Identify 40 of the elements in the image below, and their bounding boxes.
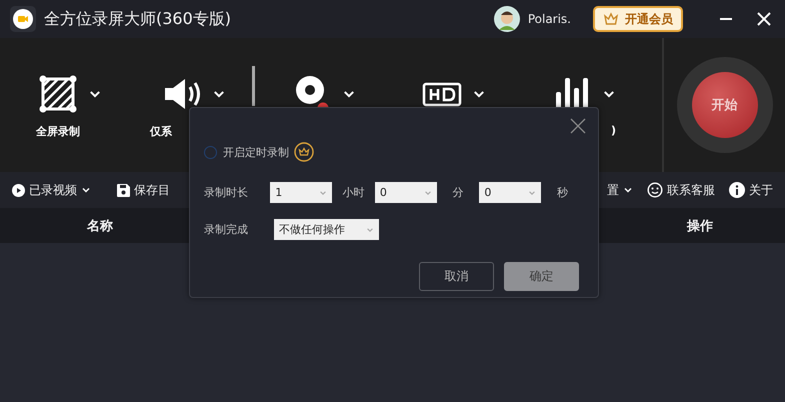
- radio-button[interactable]: [204, 146, 217, 158]
- app-logo-icon: [10, 6, 36, 32]
- fullscreen-icon: [38, 74, 78, 114]
- avatar-icon: [494, 6, 520, 32]
- unit-label: 分: [452, 185, 465, 200]
- duration-select[interactable]: 0: [374, 182, 437, 203]
- timer-label: 开启定时录制: [223, 144, 289, 160]
- toolbar-button[interactable]: 置: [607, 182, 633, 198]
- window-title: 全方位录屏大师(360专版): [44, 8, 232, 30]
- tool-label: 仅系: [150, 124, 172, 139]
- confirm-button[interactable]: 确定: [504, 262, 579, 291]
- duration-select[interactable]: 1: [270, 182, 332, 203]
- chevron-icon: [366, 226, 374, 234]
- info-icon: [729, 182, 745, 198]
- chevron-icon: [528, 188, 536, 196]
- play-icon: [12, 184, 25, 196]
- toolbar-button[interactable]: 关于: [729, 182, 773, 198]
- finish-label: 录制完成: [204, 222, 249, 237]
- tool-button[interactable]: [38, 74, 78, 114]
- tool-label: 全屏录制: [36, 124, 80, 139]
- unit-label: 秒: [556, 185, 570, 200]
- toolbar-button[interactable]: 联系客服: [647, 182, 715, 198]
- crown-icon: [603, 12, 619, 26]
- save-icon: [117, 184, 130, 196]
- column-header: 名称: [86, 218, 114, 234]
- tool-label: ): [610, 124, 616, 137]
- unit-label: 小时: [342, 185, 366, 200]
- duration-select[interactable]: 0: [479, 182, 542, 203]
- column-header: 操作: [686, 218, 714, 234]
- user-name[interactable]: Polaris.: [528, 12, 571, 26]
- toolbar-button[interactable]: 已录视频: [12, 182, 91, 198]
- vip-button[interactable]: 开通会员: [593, 6, 683, 32]
- finish-action-select[interactable]: 不做任何操作: [274, 219, 379, 240]
- duration-label: 录制时长: [204, 185, 249, 200]
- cancel-button[interactable]: 取消: [419, 262, 494, 291]
- smiley-icon: [647, 182, 663, 198]
- chevron-icon: [319, 188, 328, 196]
- crown-icon: [294, 142, 314, 162]
- toolbar-button[interactable]: 保存目: [117, 182, 170, 198]
- chevron-icon: [424, 188, 432, 196]
